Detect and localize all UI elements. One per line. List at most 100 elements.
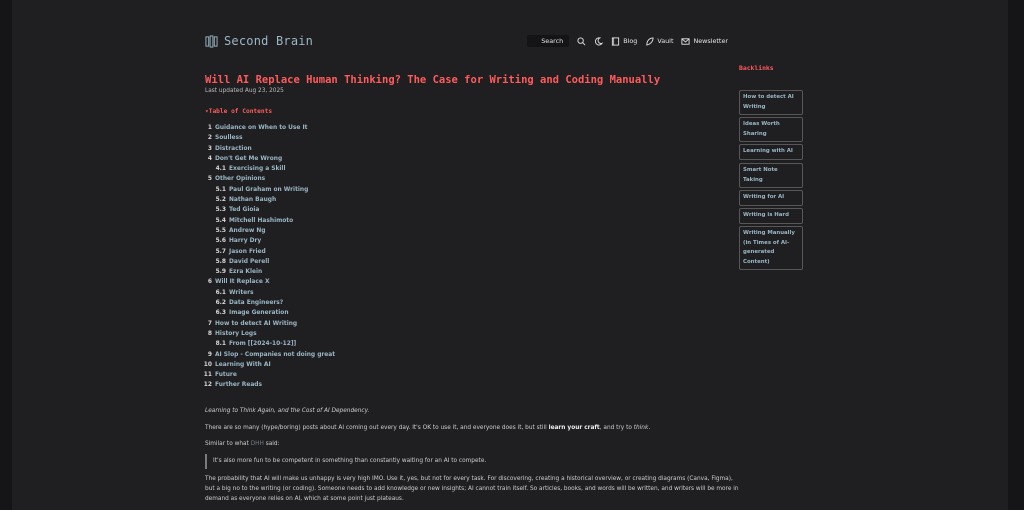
toc-item[interactable]: 5.8 David Perell [201, 257, 421, 267]
toc-item-link[interactable]: Image Generation [229, 310, 289, 316]
toc-item-number: 6 [207, 279, 212, 286]
toc-item-link[interactable]: Future [215, 372, 237, 378]
toc-item-link[interactable]: Harry Dry [229, 238, 261, 244]
toc-item[interactable]: 8.1 From [[2024-10-12]] [201, 339, 421, 349]
toc-item-link[interactable]: Paul Graham on Writing [229, 187, 308, 193]
toc-item-link[interactable]: Nathan Baugh [229, 197, 276, 203]
backlink-item[interactable]: Learning with AI [739, 144, 803, 160]
nav-vault-link[interactable]: Vault [645, 36, 674, 46]
toc-item[interactable]: 6.3 Image Generation [201, 308, 421, 318]
similar-paragraph: Similar to what DHH said: [205, 440, 741, 450]
toc-item-link[interactable]: AI Slop - Companies not doing great [215, 352, 335, 358]
nav-newsletter-label: Newsletter [693, 37, 728, 45]
search-button[interactable]: Search [527, 35, 570, 47]
toc-item[interactable]: 2 Soulless [201, 133, 421, 143]
toc-item[interactable]: 4.1 Exercising a Skill [201, 164, 421, 174]
backlink-item[interactable]: Writing is Hard [739, 208, 803, 224]
toc-item[interactable]: 5 Other Opinions [201, 174, 421, 184]
toc-item-number: 4.1 [215, 166, 226, 173]
page-title: Will AI Replace Human Thinking? The Case… [205, 74, 661, 86]
toc-item-link[interactable]: Don't Get Me Wrong [215, 156, 282, 162]
book-icon [612, 36, 620, 46]
toc-item-link[interactable]: Further Reads [215, 382, 262, 388]
toc-item[interactable]: 7 How to detect AI Writing [201, 319, 421, 329]
toc-item[interactable]: 6.1 Writers [201, 288, 421, 298]
toc-item-number: 5.3 [215, 207, 226, 214]
toc-item-number: 5.8 [215, 258, 226, 265]
toc-item-link[interactable]: Exercising a Skill [229, 166, 285, 172]
backlinks-heading: Backlinks [739, 64, 774, 72]
brain-logo-icon [205, 34, 218, 48]
toc-item-link[interactable]: How to detect AI Writing [215, 321, 297, 327]
backlink-item[interactable]: Ideas Worth Sharing [739, 117, 803, 142]
toc-item-link[interactable]: Writers [229, 290, 254, 296]
toc-item-number: 9 [207, 351, 212, 358]
toc-item-link[interactable]: Soulless [215, 135, 243, 141]
toc-item[interactable]: 5.1 Paul Graham on Writing [201, 185, 421, 195]
search-icon[interactable] [577, 36, 586, 46]
site-title: Second Brain [224, 34, 314, 48]
toc-item[interactable]: 8 History Logs [201, 329, 421, 339]
toc-item[interactable]: 5.3 Ted Gioia [201, 205, 421, 215]
toc-item-number: 11 [203, 372, 212, 379]
toc-item[interactable]: 6.2 Data Engineers? [201, 298, 421, 308]
toc-item-number: 5.5 [215, 227, 226, 234]
toc-item-link[interactable]: Guidance on When to Use It [215, 125, 307, 131]
toc-item-number: 5.7 [215, 248, 226, 255]
toc-item-link[interactable]: Andrew Ng [229, 228, 266, 234]
toc-item[interactable]: 5.5 Andrew Ng [201, 226, 421, 236]
toc-item-number: 8.1 [215, 341, 226, 348]
toc-item-number: 7 [207, 320, 212, 327]
toc-item[interactable]: 3 Distraction [201, 144, 421, 154]
mail-icon [681, 37, 691, 45]
toc-item-link[interactable]: From [[2024-10-12]] [229, 341, 296, 347]
intro-text-2: , and try to [599, 425, 634, 431]
toc-item-link[interactable]: Jason Fried [229, 249, 266, 255]
dhh-link[interactable]: DHH [251, 441, 264, 447]
toc-item[interactable]: 5.9 Ezra Klein [201, 267, 421, 277]
nav-blog-link[interactable]: Blog [611, 36, 638, 46]
nav-newsletter-link[interactable]: Newsletter [681, 37, 728, 46]
backlink-item[interactable]: How to detect AI Writing [739, 90, 803, 115]
toc-item-link[interactable]: Distraction [215, 146, 252, 152]
toc-item[interactable]: 5.2 Nathan Baugh [201, 195, 421, 205]
toc-item-number: 10 [203, 361, 212, 368]
backlink-item[interactable]: Writing for AI [739, 190, 803, 206]
toc-item[interactable]: 5.4 Mitchell Hashimoto [201, 216, 421, 226]
toc-item-number: 5.1 [215, 186, 226, 193]
search-label: Search [541, 37, 564, 45]
nav-vault-label: Vault [657, 37, 674, 45]
toc-item-link[interactable]: Ted Gioia [229, 207, 259, 213]
window-edge-left [0, 0, 12, 510]
toc-item-number: 6.3 [215, 310, 226, 317]
toc-item[interactable]: 12 Further Reads [201, 380, 421, 390]
toc-item-link[interactable]: Learning With AI [215, 362, 271, 368]
site-logo[interactable]: Second Brain [205, 34, 313, 48]
backlink-item[interactable]: Smart Note Taking [739, 163, 803, 188]
toc-item-link[interactable]: David Perell [229, 259, 269, 265]
toc-item[interactable]: 4 Don't Get Me Wrong [201, 154, 421, 164]
toc-item[interactable]: 1 Guidance on When to Use It [201, 123, 421, 133]
toc-item-link[interactable]: Ezra Klein [229, 269, 262, 275]
toc-item[interactable]: 6 Will It Replace X [201, 277, 421, 287]
toc-toggle[interactable]: ▾Table of Contents [205, 108, 272, 115]
toc-item[interactable]: 11 Future [201, 370, 421, 380]
backlink-item[interactable]: Writing Manually (in Times of AI-generat… [739, 226, 803, 270]
toc-item[interactable]: 5.7 Jason Fried [201, 247, 421, 257]
toc-item[interactable]: 10 Learning With AI [201, 360, 421, 370]
dark-mode-toggle-icon[interactable] [594, 36, 604, 46]
toc-item-link[interactable]: Mitchell Hashimoto [229, 218, 293, 224]
table-of-contents: 1 Guidance on When to Use It 2 Soulless 3 Dis… [201, 123, 421, 391]
toc-item-link[interactable]: Other Opinions [215, 176, 265, 182]
toc-item-link[interactable]: Will It Replace X [215, 279, 270, 285]
leaf-icon [646, 36, 654, 46]
toc-item[interactable]: 5.6 Harry Dry [201, 236, 421, 246]
toc-item-link[interactable]: History Logs [215, 331, 257, 337]
toc-item[interactable]: 9 AI Slop - Companies not doing great [201, 350, 421, 360]
intro-bold: learn your craft [548, 425, 600, 431]
toc-item-number: 5 [207, 176, 212, 183]
nav-blog-label: Blog [623, 37, 638, 45]
toc-item-link[interactable]: Data Engineers? [229, 300, 283, 306]
window-edge-right [1008, 0, 1024, 510]
toc-item-number: 5.4 [215, 217, 226, 224]
